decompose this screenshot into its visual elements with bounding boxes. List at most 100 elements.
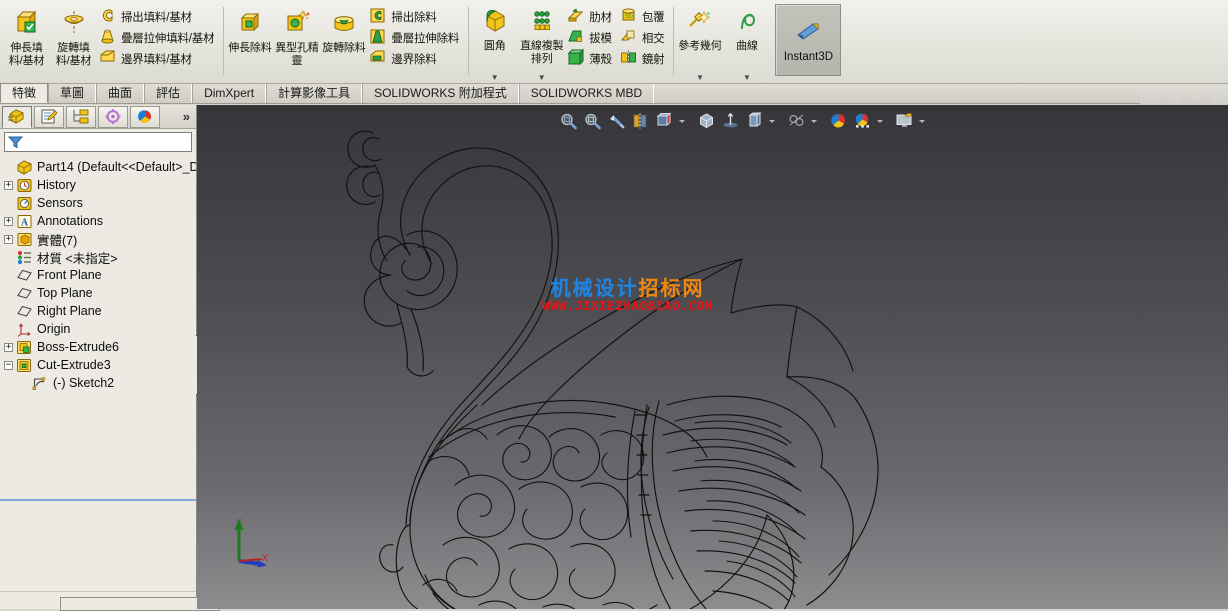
curves-icon bbox=[732, 8, 762, 37]
tree-item-solid-bodies[interactable]: + 實體(7) bbox=[4, 230, 196, 248]
tree-item-top-plane-label: Top Plane bbox=[37, 286, 93, 300]
tree-item-sketch2[interactable]: (-) Sketch2 bbox=[4, 374, 196, 392]
solidworks-window: 伸長填料/基材 旋轉填料/基材 掃出填料/基材 疊層拉伸填料/基材 邊界填料/基… bbox=[0, 0, 1228, 611]
hole-wizard-button[interactable]: 異型孔精靈 bbox=[273, 3, 320, 73]
tree-item-origin[interactable]: Origin bbox=[4, 320, 196, 338]
linear-pattern-button[interactable]: 直線複製排列 bbox=[518, 3, 565, 73]
curves-button[interactable]: 曲線 bbox=[723, 3, 770, 73]
extruded-boss-label: 伸長填料/基材 bbox=[8, 42, 45, 67]
display-manager-tab[interactable] bbox=[130, 105, 160, 128]
tab-surfaces[interactable]: 曲面 bbox=[96, 84, 145, 103]
extruded-cut-button[interactable]: 伸長除料 bbox=[226, 3, 273, 73]
shell-icon bbox=[567, 48, 585, 69]
tab-solidworks-addins[interactable]: SOLIDWORKS 附加程式 bbox=[362, 84, 519, 103]
lofted-boss-button[interactable]: 疊層拉伸填料/基材 bbox=[97, 27, 220, 48]
manager-tab-bar: » bbox=[0, 105, 196, 129]
boundary-boss-button[interactable]: 邊界填料/基材 bbox=[97, 48, 220, 69]
restore-window-icon[interactable] bbox=[1211, 90, 1224, 102]
fillet-label: 圓角 bbox=[483, 40, 506, 52]
restore-left-icon[interactable] bbox=[1145, 90, 1158, 102]
linear-pattern-dropdown[interactable]: ▼ bbox=[518, 74, 565, 82]
tree-item-boss-extrude6[interactable]: + Boss-Extrude6 bbox=[4, 338, 196, 356]
extruded-boss-button[interactable]: 伸長填料/基材 bbox=[3, 3, 50, 73]
curves-label: 曲線 bbox=[736, 40, 758, 52]
svg-text:SD: SD bbox=[625, 14, 634, 20]
boundary-cut-label: 邊界除料 bbox=[391, 53, 437, 66]
filter-funnel-icon bbox=[8, 136, 23, 149]
property-manager-tab[interactable] bbox=[34, 105, 64, 128]
tab-render-tools[interactable]: 計算影像工具 bbox=[266, 84, 363, 103]
hole-wizard-label: 異型孔精靈 bbox=[275, 42, 319, 67]
fillet-dropdown[interactable]: ▼ bbox=[471, 74, 518, 82]
tree-item-front-plane[interactable]: Front Plane bbox=[4, 266, 196, 284]
tab-dimxpert[interactable]: DimXpert bbox=[192, 84, 267, 103]
swept-boss-button[interactable]: 掃出填料/基材 bbox=[97, 6, 220, 27]
intersect-button[interactable]: 相交 bbox=[618, 27, 671, 48]
solid-bodies-icon bbox=[16, 231, 33, 247]
lofted-cut-label: 疊層拉伸除料 bbox=[391, 32, 460, 45]
tree-item-sensors-label: Sensors bbox=[37, 196, 83, 210]
tree-rollback-bar[interactable] bbox=[0, 499, 196, 501]
boundary-cut-button[interactable]: 邊界除料 bbox=[367, 48, 465, 69]
tree-item-right-plane-label: Right Plane bbox=[37, 304, 102, 318]
revolved-boss-button[interactable]: 旋轉填料/基材 bbox=[50, 3, 97, 73]
feature-manager-tab[interactable] bbox=[2, 105, 32, 128]
tab-sketch[interactable]: 草圖 bbox=[48, 84, 97, 103]
feature-tree-filter-input[interactable] bbox=[23, 135, 187, 149]
mirror-button[interactable]: 鏡射 bbox=[618, 48, 671, 69]
expander-boss-extrude6[interactable]: + bbox=[4, 342, 13, 352]
tree-item-part[interactable]: Part14 (Default<<Default>_Di bbox=[4, 158, 196, 176]
reference-geometry-button[interactable]: 參考幾何 bbox=[676, 3, 723, 73]
tree-item-cut-extrude3[interactable]: − Cut-Extrude3 bbox=[4, 356, 196, 374]
tree-item-sketch2-label: (-) Sketch2 bbox=[53, 376, 115, 390]
dimxpert-manager-tab[interactable] bbox=[98, 105, 128, 128]
rib-button[interactable]: 肋材 bbox=[565, 6, 618, 27]
wrap-button[interactable]: SD 包覆 bbox=[618, 6, 671, 27]
sketch-icon bbox=[32, 375, 49, 391]
reference-geometry-dropdown[interactable]: ▼ bbox=[676, 74, 723, 82]
shell-label: 薄殼 bbox=[589, 53, 612, 66]
draft-icon bbox=[567, 28, 584, 48]
cut-extrude-feature-icon bbox=[16, 357, 33, 373]
revolved-cut-button[interactable]: 旋轉除料 bbox=[320, 3, 367, 73]
feature-tree-filter[interactable] bbox=[4, 132, 192, 152]
minimize-icon[interactable] bbox=[1189, 90, 1202, 102]
boundary-cut-icon bbox=[369, 49, 386, 69]
fillet-button[interactable]: 圓角 bbox=[471, 3, 518, 73]
decorative-swan-wireframe bbox=[346, 130, 879, 609]
tree-item-history-label: History bbox=[37, 178, 76, 192]
tree-item-sensors[interactable]: Sensors bbox=[4, 194, 196, 212]
lofted-cut-button[interactable]: 疊層拉伸除料 bbox=[367, 27, 465, 48]
swept-cut-button[interactable]: 掃出除料 bbox=[367, 6, 465, 27]
feature-tree: Part14 (Default<<Default>_Di + History S… bbox=[0, 152, 196, 392]
more-tabs-icon[interactable]: » bbox=[183, 109, 190, 124]
left-panel-bottom bbox=[0, 591, 220, 611]
tab-features[interactable]: 特徵 bbox=[0, 83, 49, 103]
tree-item-material[interactable]: 材質 <未指定> bbox=[4, 248, 196, 266]
expander-annotations[interactable]: + bbox=[4, 216, 13, 226]
rib-label: 肋材 bbox=[589, 11, 612, 24]
swept-boss-label: 掃出填料/基材 bbox=[121, 11, 192, 24]
instant3d-toggle[interactable]: Instant3D bbox=[775, 4, 842, 76]
tab-solidworks-mbd[interactable]: SOLIDWORKS MBD bbox=[518, 84, 655, 103]
restore-right-icon[interactable] bbox=[1167, 90, 1180, 102]
draft-button[interactable]: 拔模 bbox=[565, 27, 618, 48]
tab-evaluate[interactable]: 評估 bbox=[144, 84, 193, 103]
shell-button[interactable]: 薄殼 bbox=[565, 48, 618, 69]
curves-dropdown[interactable]: ▼ bbox=[723, 74, 770, 82]
expander-cut-extrude3[interactable]: − bbox=[4, 360, 13, 370]
tree-item-history[interactable]: + History bbox=[4, 176, 196, 194]
graphics-viewport[interactable]: 机械设计招标网 WWW.JIXIEZHAOBIAO.COM Y X bbox=[197, 105, 1228, 609]
tree-item-right-plane[interactable]: Right Plane bbox=[4, 302, 196, 320]
tree-item-annotations[interactable]: + A Annotations bbox=[4, 212, 196, 230]
expander-solid-bodies[interactable]: + bbox=[4, 234, 13, 244]
configuration-manager-tab[interactable] bbox=[66, 105, 96, 128]
lofted-cut-icon bbox=[369, 28, 386, 48]
tree-item-solid-bodies-label: 實體(7) bbox=[37, 233, 78, 248]
tree-item-top-plane[interactable]: Top Plane bbox=[4, 284, 196, 302]
tree-item-material-label: 材質 <未指定> bbox=[37, 251, 118, 266]
expander-history[interactable]: + bbox=[4, 180, 13, 190]
tree-item-part-label: Part14 (Default<<Default>_Di bbox=[37, 160, 196, 174]
ribbon-group-boss-base: 伸長填料/基材 旋轉填料/基材 掃出填料/基材 疊層拉伸填料/基材 邊界填料/基… bbox=[0, 3, 223, 81]
extruded-cut-icon bbox=[235, 8, 265, 39]
